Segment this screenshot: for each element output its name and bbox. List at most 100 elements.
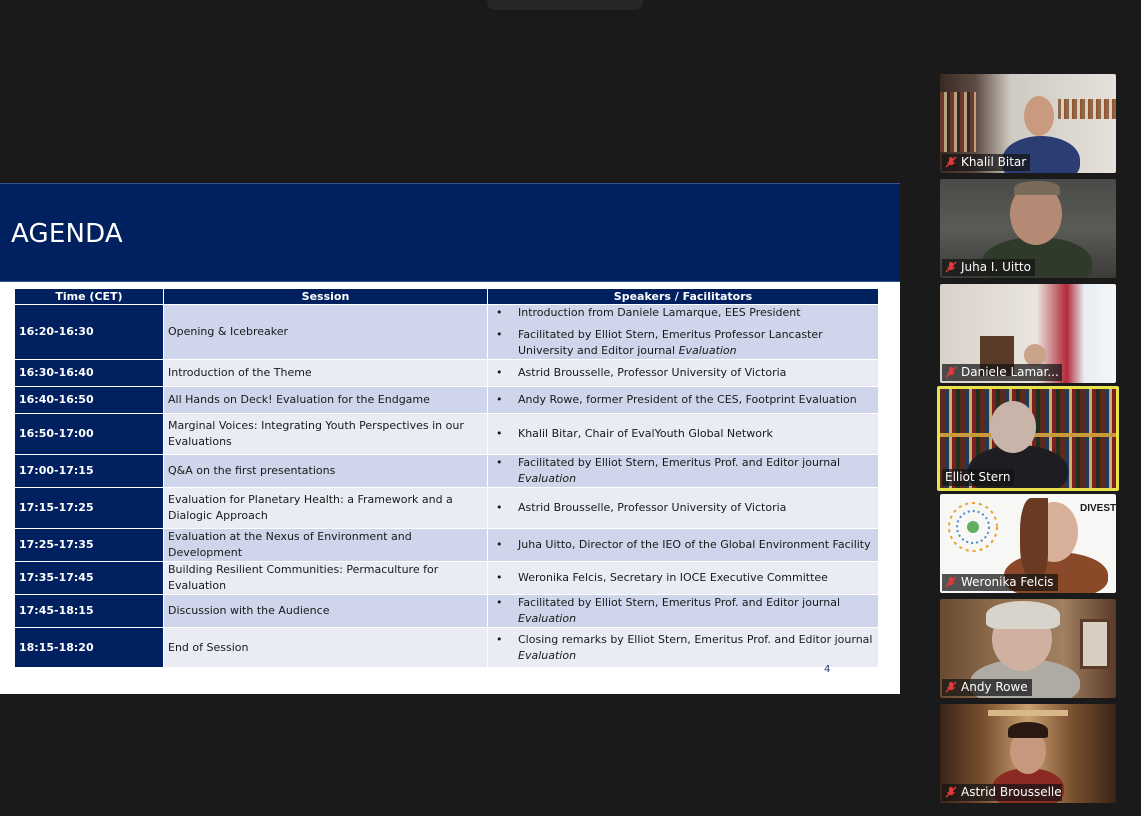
column-header-time: Time (CET)	[14, 288, 164, 305]
speaker-text: Facilitated by Elliot Stern, Emeritus Pr…	[518, 596, 841, 609]
speaker-text: Weronika Felcis, Secretary in IOCE Execu…	[518, 571, 828, 584]
participant-name-tag: Andy Rowe	[942, 679, 1032, 696]
agenda-table: Time (CET) Session Speakers / Facilitato…	[14, 288, 879, 668]
agenda-session: Evaluation for Planetary Health: a Frame…	[163, 487, 488, 529]
journal-name: Evaluation	[518, 612, 577, 625]
speaker-bullet: Astrid Brousselle, Professor University …	[492, 500, 874, 516]
agenda-row: 16:30-16:40 Introduction of the Theme As…	[14, 359, 879, 387]
agenda-time: 16:40-16:50	[14, 386, 164, 414]
speaker-text: Astrid Brousselle, Professor University …	[518, 366, 787, 379]
agenda-speakers: Facilitated by Elliot Stern, Emeritus Pr…	[487, 454, 879, 488]
agenda-time: 17:45-18:15	[14, 594, 164, 628]
logo-icon	[948, 502, 998, 552]
participant-tile[interactable]: Khalil Bitar	[940, 74, 1116, 173]
speaker-text: Khalil Bitar, Chair of EvalYouth Global …	[518, 427, 773, 440]
agenda-speakers: Juha Uitto, Director of the IEO of the G…	[487, 528, 879, 562]
participant-name-tag: Khalil Bitar	[942, 154, 1031, 171]
speaker-bullet: Facilitated by Elliot Stern, Emeritus Pr…	[492, 327, 874, 359]
participant-tile[interactable]: Andy Rowe	[940, 599, 1116, 698]
agenda-row: 16:40-16:50 All Hands on Deck! Evaluatio…	[14, 386, 879, 414]
participant-name: Juha I. Uitto	[961, 260, 1031, 274]
agenda-time: 17:35-17:45	[14, 561, 164, 595]
participant-hair	[1020, 498, 1048, 578]
speaker-bullet: Facilitated by Elliot Stern, Emeritus Pr…	[492, 595, 874, 627]
speaker-bullet: Weronika Felcis, Secretary in IOCE Execu…	[492, 570, 874, 586]
agenda-session: Q&A on the first presentations	[163, 454, 488, 488]
agenda-session: Opening & Icebreaker	[163, 304, 488, 360]
agenda-row: 17:35-17:45 Building Resilient Communiti…	[14, 561, 879, 595]
speaker-bullet: Introduction from Daniele Lamarque, EES …	[492, 305, 874, 321]
slide-title: AGENDA	[11, 219, 123, 249]
participant-name-tag: Daniele Lamar...	[942, 364, 1062, 381]
column-header-session: Session	[163, 288, 488, 305]
participant-tile-active-speaker[interactable]: Elliot Stern	[937, 386, 1119, 491]
participant-name: Khalil Bitar	[961, 155, 1027, 169]
muted-mic-icon	[945, 681, 957, 693]
agenda-speakers: Introduction from Daniele Lamarque, EES …	[487, 304, 879, 360]
agenda-row: 17:15-17:25 Evaluation for Planetary Hea…	[14, 487, 879, 529]
participant-name-tag: Weronika Felcis	[942, 574, 1058, 591]
participant-hair	[1014, 181, 1060, 195]
agenda-row: 17:25-17:35 Evaluation at the Nexus of E…	[14, 528, 879, 562]
slide-header-banner: AGENDA	[0, 183, 900, 282]
participant-tile[interactable]: Daniele Lamar...	[940, 284, 1116, 383]
participant-head	[1024, 96, 1054, 136]
bookshelf	[940, 92, 976, 152]
muted-mic-icon	[945, 366, 957, 378]
agenda-speakers: Khalil Bitar, Chair of EvalYouth Global …	[487, 413, 879, 455]
slide-page-number: 4	[824, 664, 831, 675]
agenda-row: 18:15-18:20 End of Session Closing remar…	[14, 627, 879, 668]
speaker-text: Facilitated by Elliot Stern, Emeritus Pr…	[518, 456, 841, 469]
agenda-session: Marginal Voices: Integrating Youth Persp…	[163, 413, 488, 455]
agenda-session: End of Session	[163, 627, 488, 668]
speaker-text: Closing remarks by Elliot Stern, Emeritu…	[518, 632, 873, 646]
door-frame	[988, 710, 1068, 716]
speaker-text: Introduction from Daniele Lamarque, EES …	[518, 306, 801, 319]
speaker-bullet: Andy Rowe, former President of the CES, …	[492, 392, 874, 408]
speaker-bullet: Juha Uitto, Director of the IEO of the G…	[492, 537, 874, 553]
agenda-time: 17:25-17:35	[14, 528, 164, 562]
agenda-session: Building Resilient Communities: Permacul…	[163, 561, 488, 595]
agenda-speakers: Astrid Brousselle, Professor University …	[487, 359, 879, 387]
agenda-time: 17:15-17:25	[14, 487, 164, 529]
agenda-speakers: Facilitated by Elliot Stern, Emeritus Pr…	[487, 594, 879, 628]
participant-tile[interactable]: Astrid Brousselle	[940, 704, 1116, 803]
participant-head	[1024, 344, 1046, 366]
agenda-session: All Hands on Deck! Evaluation for the En…	[163, 386, 488, 414]
agenda-time: 16:20-16:30	[14, 304, 164, 360]
participant-tile[interactable]: DIVEST Weronika Felcis	[940, 494, 1116, 593]
speaker-bullet: Astrid Brousselle, Professor University …	[492, 365, 874, 381]
overlay-text: DIVEST	[1080, 503, 1116, 514]
agenda-row: 17:45-18:15 Discussion with the Audience…	[14, 594, 879, 628]
participant-name-tag: Juha I. Uitto	[942, 259, 1035, 276]
speaker-bullet: Facilitated by Elliot Stern, Emeritus Pr…	[492, 455, 874, 487]
participant-name: Andy Rowe	[961, 680, 1028, 694]
speaker-text: Facilitated by Elliot Stern, Emeritus Pr…	[518, 328, 823, 357]
participant-hair	[986, 601, 1060, 629]
shared-screen-slide: AGENDA Time (CET) Session Speakers / Fac…	[0, 183, 900, 694]
agenda-speakers: Closing remarks by Elliot Stern, Emeritu…	[487, 627, 879, 668]
muted-mic-icon	[945, 261, 957, 273]
muted-mic-icon	[945, 576, 957, 588]
speaker-text: Andy Rowe, former President of the CES, …	[518, 393, 857, 406]
participant-hair	[1008, 722, 1048, 738]
agenda-time: 16:50-17:00	[14, 413, 164, 455]
agenda-header-row: Time (CET) Session Speakers / Facilitato…	[14, 288, 879, 305]
speaker-text: Juha Uitto, Director of the IEO of the G…	[518, 538, 871, 551]
meeting-top-bar-handle[interactable]	[487, 0, 643, 10]
participant-tile[interactable]: Juha I. Uitto	[940, 179, 1116, 278]
agenda-speakers: Astrid Brousselle, Professor University …	[487, 487, 879, 529]
agenda-row: 17:00-17:15 Q&A on the first presentatio…	[14, 454, 879, 488]
bookshelf	[1058, 99, 1116, 119]
agenda-time: 17:00-17:15	[14, 454, 164, 488]
agenda-row: 16:50-17:00 Marginal Voices: Integrating…	[14, 413, 879, 455]
agenda-time: 16:30-16:40	[14, 359, 164, 387]
column-header-speakers: Speakers / Facilitators	[487, 288, 879, 305]
muted-mic-icon	[945, 156, 957, 168]
agenda-speakers: Andy Rowe, former President of the CES, …	[487, 386, 879, 414]
journal-name: Evaluation	[678, 344, 737, 357]
participant-head	[990, 401, 1036, 453]
journal-name: Evaluation	[518, 648, 577, 662]
participant-name: Elliot Stern	[945, 470, 1011, 484]
agenda-session: Discussion with the Audience	[163, 594, 488, 628]
